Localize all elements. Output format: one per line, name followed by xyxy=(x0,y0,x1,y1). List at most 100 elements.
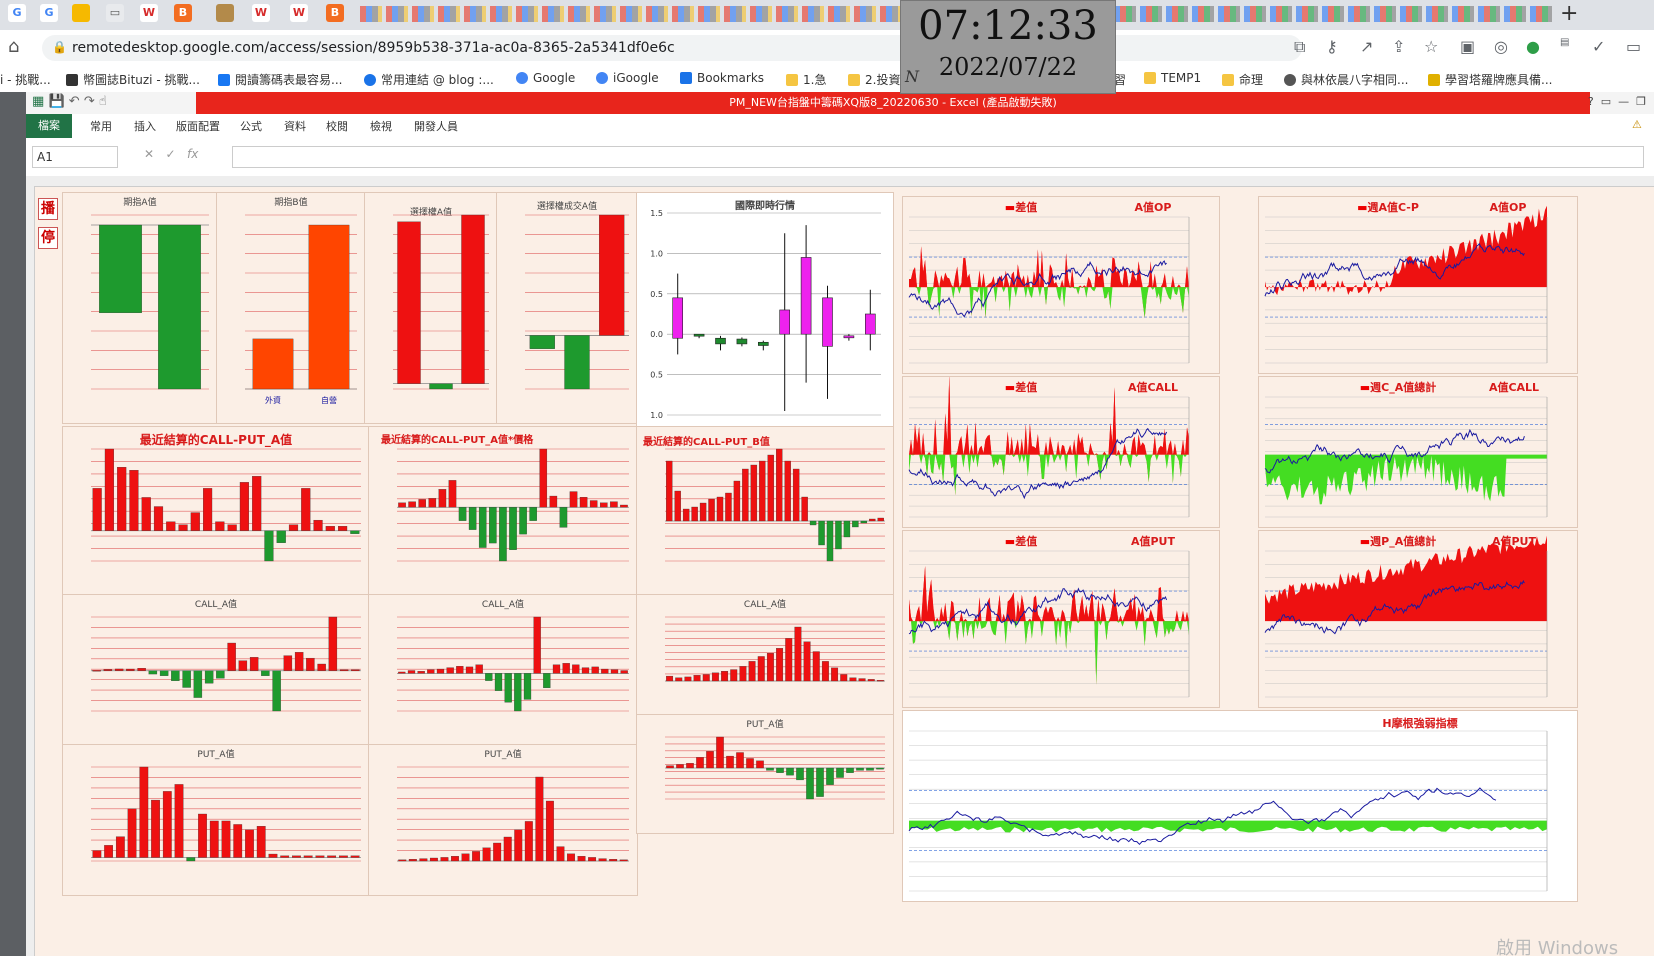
save-icon[interactable]: 💾 xyxy=(48,94,64,109)
bar xyxy=(465,666,474,674)
chart-weekly-put-total[interactable]: ▬週P_A值總計 A值PUT xyxy=(1258,530,1578,708)
bookmark-folder[interactable]: TEMP1 xyxy=(1144,71,1201,85)
y-tick-label: 1.0 xyxy=(650,411,663,420)
chart-international-quotes[interactable]: 國際即時行情 1.5 1.0 0.5 0.0 0.5 1.0 xyxy=(636,192,894,428)
check-icon[interactable]: ✓ xyxy=(1592,37,1605,56)
home-icon[interactable]: ⌂ xyxy=(8,36,19,57)
chart-futures-a[interactable]: 期指A值 xyxy=(62,192,218,424)
open-external-icon[interactable]: ↗ xyxy=(1360,37,1373,56)
chart-diff-call[interactable]: ▬差值 A值CALL xyxy=(902,376,1220,528)
fx-icon[interactable]: fx xyxy=(187,147,198,161)
quick-access-toolbar[interactable]: ▦ 💾 ↶ ↷ ☝ xyxy=(32,94,107,109)
chart-options-volume-a[interactable]: 選擇權成交A值 xyxy=(496,192,638,424)
chart-weekly-call-total[interactable]: ▬週C_A值總計 A值CALL xyxy=(1258,376,1578,528)
chart-call-put-a-price[interactable]: 最近結算的CALL-PUT_A值*價格 xyxy=(368,426,638,596)
restore-icon[interactable]: ❐ xyxy=(1636,95,1646,108)
google-tab-icon[interactable]: G xyxy=(40,4,58,22)
chart-diff-put[interactable]: ▬差值 A值PUT xyxy=(902,530,1220,708)
key-icon[interactable]: ⚷ xyxy=(1326,37,1338,56)
pinned-tab-icons[interactable] xyxy=(1114,6,1554,22)
bar xyxy=(429,857,438,862)
bookmark-item[interactable]: Google xyxy=(516,71,575,85)
tab-developer[interactable]: 開發人員 xyxy=(414,118,458,134)
bar xyxy=(569,491,578,508)
chart-put-a-3[interactable]: PUT_A值 xyxy=(636,714,894,834)
play-button[interactable]: 播 xyxy=(38,198,58,220)
touch-mode-icon[interactable]: ☝ xyxy=(99,94,107,109)
tab-page-layout[interactable]: 版面配置 xyxy=(176,118,220,134)
tab-file[interactable]: 檔案 xyxy=(26,114,72,138)
chart-call-put-a[interactable]: 最近結算的CALL-PUT_A值 xyxy=(62,426,370,596)
chart-diff-op[interactable]: ▬差值 A值OP xyxy=(902,196,1220,374)
bookmark-item[interactable]: Bookmarks xyxy=(680,71,764,85)
chart-call-a-1[interactable]: CALL_A值 xyxy=(62,594,370,746)
new-tab-button[interactable]: + xyxy=(1560,0,1578,28)
share-icon[interactable]: ⇪ xyxy=(1392,37,1405,56)
pinned-tab-icons[interactable] xyxy=(360,6,900,22)
w-tab-icon[interactable]: W xyxy=(252,4,270,22)
bar xyxy=(436,668,445,674)
minimize-icon[interactable]: — xyxy=(1618,95,1629,108)
w-tab-icon[interactable]: W xyxy=(290,4,308,22)
bookmark-item[interactable]: i - 挑戰... xyxy=(0,71,51,88)
chat-extension-icon[interactable]: ◎ xyxy=(1494,37,1508,56)
bookmark-item[interactable]: 幣圖誌Bituzi - 挑戰... xyxy=(66,71,200,88)
w-tab-icon[interactable]: W xyxy=(140,4,158,22)
blogger-tab-icon[interactable]: B xyxy=(174,4,192,22)
bookmark-item[interactable]: 學習塔羅牌應具備... xyxy=(1428,71,1552,88)
column-headers[interactable] xyxy=(26,176,1654,187)
bar xyxy=(674,490,681,522)
bookmark-item[interactable]: iGoogle xyxy=(596,71,659,85)
star-icon[interactable]: ☆ xyxy=(1424,37,1438,56)
site-tab-icon[interactable] xyxy=(216,4,234,22)
google-tab-icon[interactable]: G xyxy=(8,4,26,22)
install-icon[interactable]: ⧉ xyxy=(1294,37,1305,57)
smart-extension-icon[interactable]: ▤ xyxy=(1560,37,1569,48)
stop-button[interactable]: 停 xyxy=(38,227,58,249)
bookmark-folder[interactable]: 1.急 xyxy=(786,71,826,88)
tab-insert[interactable]: 插入 xyxy=(134,118,156,134)
bar xyxy=(835,520,842,550)
name-box[interactable]: A1 xyxy=(32,146,118,168)
help-icon[interactable]: ? xyxy=(1588,95,1594,108)
cancel-icon[interactable]: ✕ xyxy=(144,147,154,161)
chart-put-a-1[interactable]: PUT_A值 xyxy=(62,744,370,896)
tab-data[interactable]: 資料 xyxy=(284,118,306,134)
tab-formulas[interactable]: 公式 xyxy=(240,118,262,134)
redo-icon[interactable]: ↷ xyxy=(84,94,95,109)
bar xyxy=(726,755,734,769)
screen-icon[interactable]: ▭ xyxy=(1626,37,1641,56)
tab-review[interactable]: 校閱 xyxy=(326,118,348,134)
blogger-tab-icon[interactable]: B xyxy=(326,4,344,22)
bar xyxy=(831,667,839,682)
excel-window[interactable]: ▦ 💾 ↶ ↷ ☝ PM_NEW台指盤中籌碼XQ版8_20220630 - Ex… xyxy=(26,92,1654,959)
bookmark-folder[interactable]: 命理 xyxy=(1222,71,1263,88)
bar xyxy=(691,506,698,522)
bookmark-tab-icon[interactable] xyxy=(72,4,90,22)
green-extension-icon[interactable]: ● xyxy=(1526,37,1540,56)
chart-weekly-cp[interactable]: ▬週A值C-P A值OP xyxy=(1258,196,1578,374)
chart-call-a-3[interactable]: CALL_A值 xyxy=(636,594,894,716)
remote-desktop-view[interactable]: ▦ 💾 ↶ ↷ ☝ PM_NEW台指盤中籌碼XQ版8_20220630 - Ex… xyxy=(0,92,1654,959)
remote-desktop-icon[interactable]: ▣ xyxy=(1460,37,1475,56)
bookmark-folder[interactable]: 2.投資 xyxy=(848,71,900,88)
chart-futures-b[interactable]: 期指B值 外資 自營 xyxy=(216,192,366,424)
tab-view[interactable]: 檢視 xyxy=(370,118,392,134)
ribbon-display-icon[interactable]: ▭ xyxy=(1601,95,1611,108)
undo-icon[interactable]: ↶ xyxy=(69,94,80,109)
row-headers[interactable] xyxy=(26,186,35,956)
formula-input[interactable] xyxy=(232,146,1644,168)
remote-desktop-tab-icon[interactable]: ▭ xyxy=(106,4,124,22)
warning-icon[interactable]: ⚠ xyxy=(1632,118,1642,131)
enter-icon[interactable]: ✓ xyxy=(166,147,176,161)
chart-call-put-b[interactable]: 最近結算的CALL-PUT_B值 xyxy=(636,426,894,596)
bookmark-item[interactable]: 與林依晨八字相同... xyxy=(1284,71,1408,88)
chart-options-a[interactable]: 選擇權A值 xyxy=(364,192,498,424)
chart-call-a-2[interactable]: CALL_A值 xyxy=(368,594,638,746)
bookmark-item[interactable]: 閱讀籌碼表最容易... xyxy=(218,71,342,88)
chart-morgan-strength[interactable]: H摩根強弱指標 xyxy=(902,710,1578,902)
chart-put-a-2[interactable]: PUT_A值 xyxy=(368,744,638,896)
bookmark-item[interactable]: 常用連結 @ blog :... xyxy=(364,71,494,88)
tab-home[interactable]: 常用 xyxy=(90,118,112,134)
window-controls[interactable]: ? ▭ — ❐ xyxy=(1588,95,1646,108)
